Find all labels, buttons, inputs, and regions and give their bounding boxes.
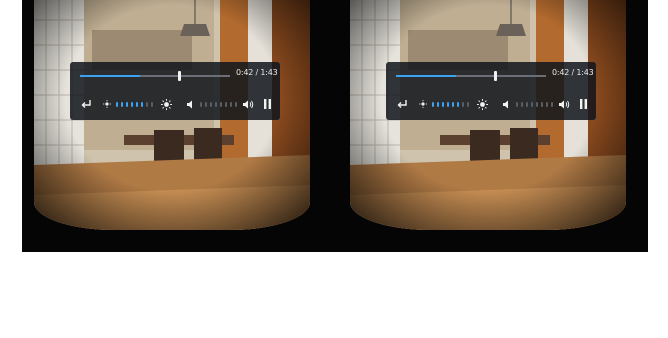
level-tick [126, 102, 128, 107]
seek-handle[interactable] [494, 71, 497, 81]
controls-row [394, 97, 590, 111]
volume-low-icon[interactable] [502, 97, 512, 111]
level-tick [200, 102, 202, 107]
level-tick [526, 102, 528, 107]
level-tick [235, 102, 237, 107]
level-tick [225, 102, 227, 107]
level-tick [220, 102, 222, 107]
brightness-low-icon[interactable] [418, 97, 428, 111]
level-tick [531, 102, 533, 107]
level-tick [546, 102, 548, 107]
left-eye-view: 0:42 / 1:43 [22, 0, 332, 252]
pause-icon[interactable] [578, 97, 588, 111]
video-player-panel: 0:42 / 1:43 [70, 62, 280, 120]
time-readout: 0:42 / 1:43 [552, 68, 594, 77]
level-tick [121, 102, 123, 107]
brightness-slider[interactable] [432, 102, 469, 107]
pause-icon[interactable] [262, 97, 272, 111]
level-tick [516, 102, 518, 107]
level-tick [146, 102, 148, 107]
level-tick [462, 102, 464, 107]
controls-row [78, 97, 274, 111]
brightness-low-icon[interactable] [102, 97, 112, 111]
brightness-high-icon[interactable] [476, 97, 488, 111]
level-tick [141, 102, 143, 107]
level-tick [210, 102, 212, 107]
level-tick [215, 102, 217, 107]
level-tick [541, 102, 543, 107]
back-icon[interactable] [396, 97, 408, 111]
volume-slider[interactable] [516, 102, 553, 107]
vr-stereo-view: 0:42 / 1:43 0:42 / 1:43 [22, 0, 648, 252]
level-tick [131, 102, 133, 107]
level-tick [442, 102, 444, 107]
brightness-high-icon[interactable] [160, 97, 172, 111]
level-tick [437, 102, 439, 107]
volume-low-icon[interactable] [186, 97, 196, 111]
level-tick [151, 102, 153, 107]
back-icon[interactable] [80, 97, 92, 111]
volume-high-icon[interactable] [242, 97, 254, 111]
seek-progress [80, 75, 140, 77]
seek-handle[interactable] [178, 71, 181, 81]
volume-high-icon[interactable] [558, 97, 570, 111]
seek-bar[interactable] [80, 71, 230, 81]
seek-bar[interactable] [396, 71, 546, 81]
level-tick [432, 102, 434, 107]
level-tick [447, 102, 449, 107]
level-tick [551, 102, 553, 107]
level-tick [457, 102, 459, 107]
seek-progress [396, 75, 456, 77]
level-tick [521, 102, 523, 107]
level-tick [116, 102, 118, 107]
volume-slider[interactable] [200, 102, 237, 107]
level-tick [230, 102, 232, 107]
video-player-panel: 0:42 / 1:43 [386, 62, 596, 120]
brightness-slider[interactable] [116, 102, 153, 107]
level-tick [536, 102, 538, 107]
time-readout: 0:42 / 1:43 [236, 68, 278, 77]
right-eye-view: 0:42 / 1:43 [338, 0, 648, 252]
level-tick [452, 102, 454, 107]
level-tick [205, 102, 207, 107]
level-tick [467, 102, 469, 107]
level-tick [136, 102, 138, 107]
